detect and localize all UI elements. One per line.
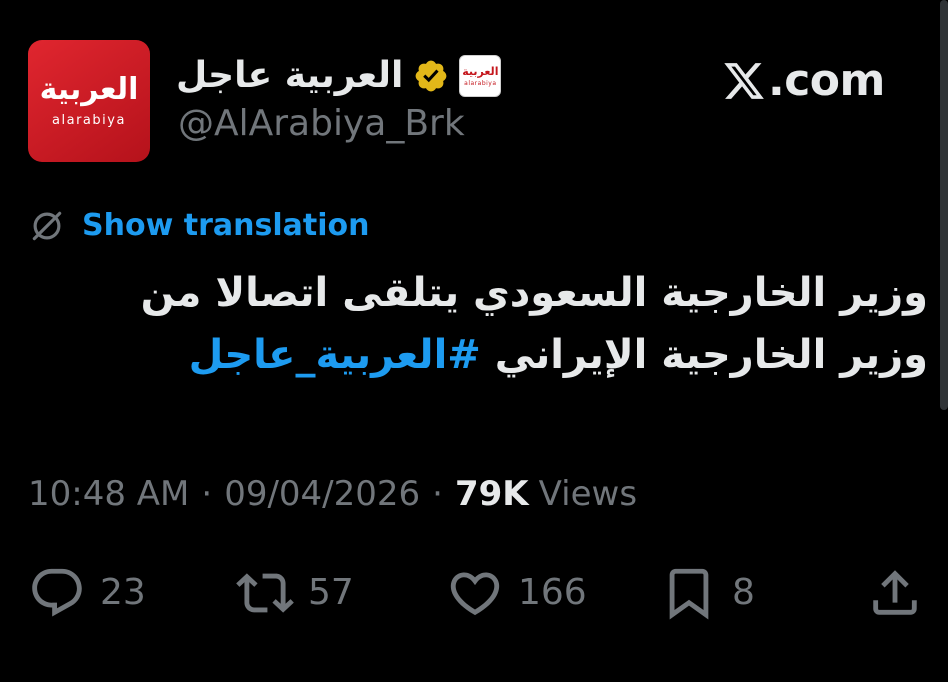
- heart-icon: [450, 572, 500, 616]
- affiliate-badge[interactable]: العربية alarabiya: [459, 55, 502, 97]
- brand-domain: .com: [768, 55, 885, 106]
- show-translation-row[interactable]: Show translation: [28, 204, 369, 248]
- views-label: Views: [538, 474, 638, 514]
- like-count: 166: [518, 572, 587, 613]
- reply-icon: [32, 568, 82, 617]
- tweet-meta: 10:48 AM · 09/04/2026 · 79K Views: [28, 470, 637, 518]
- hashtag-link[interactable]: #العربية_عاجل: [189, 332, 481, 378]
- reply-button[interactable]: 23: [28, 563, 146, 623]
- avatar-logo-latin: alarabiya: [52, 112, 126, 128]
- views-count: 79K: [454, 474, 529, 514]
- share-button[interactable]: [866, 563, 924, 623]
- x-logo-icon: [724, 63, 764, 99]
- avatar[interactable]: العربية alarabiya: [28, 40, 150, 162]
- bookmark-button[interactable]: 8: [660, 563, 755, 623]
- verified-badge-icon[interactable]: [413, 58, 449, 94]
- tweet-page: العربية alarabiya العربية عاجل العربية a…: [0, 0, 948, 682]
- reply-count: 23: [100, 572, 146, 613]
- scrollbar[interactable]: [940, 0, 948, 410]
- like-button[interactable]: 166: [446, 563, 587, 623]
- tweet-text: وزير الخارجية السعودي يتلقى اتصالا من وز…: [28, 262, 928, 386]
- repost-count: 57: [308, 572, 354, 613]
- affiliate-logo-arabic: العربية: [462, 64, 499, 78]
- globe-translate-icon: [32, 211, 62, 241]
- account-handle[interactable]: @AlArabiya_Brk: [178, 106, 465, 142]
- repost-icon: [236, 573, 294, 613]
- bookmark-icon: [669, 568, 709, 620]
- tweet-date[interactable]: 09/04/2026: [224, 474, 420, 514]
- tweet-text-line-2: وزير الخارجية الإيراني #العربية_عاجل: [28, 324, 928, 386]
- tweet-text-line-1: وزير الخارجية السعودي يتلقى اتصالا من: [140, 270, 928, 316]
- affiliate-logo-latin: alarabiya: [464, 79, 497, 87]
- author-name-row: العربية عاجل العربية alarabiya: [176, 50, 502, 102]
- bookmark-count: 8: [732, 572, 755, 613]
- repost-button[interactable]: 57: [236, 563, 354, 623]
- action-bar: 23 57 166 8: [28, 563, 924, 623]
- x-com-brand: .com: [722, 55, 885, 107]
- meta-separator: ·: [432, 474, 443, 514]
- meta-separator: ·: [201, 474, 213, 514]
- display-name[interactable]: العربية عاجل: [176, 58, 403, 94]
- tweet-time[interactable]: 10:48 AM: [28, 474, 189, 514]
- share-icon: [873, 570, 917, 615]
- show-translation-link[interactable]: Show translation: [82, 211, 369, 241]
- avatar-logo-arabic: العربية: [39, 71, 139, 107]
- tweet-text-line-2-body: وزير الخارجية الإيراني: [494, 332, 928, 378]
